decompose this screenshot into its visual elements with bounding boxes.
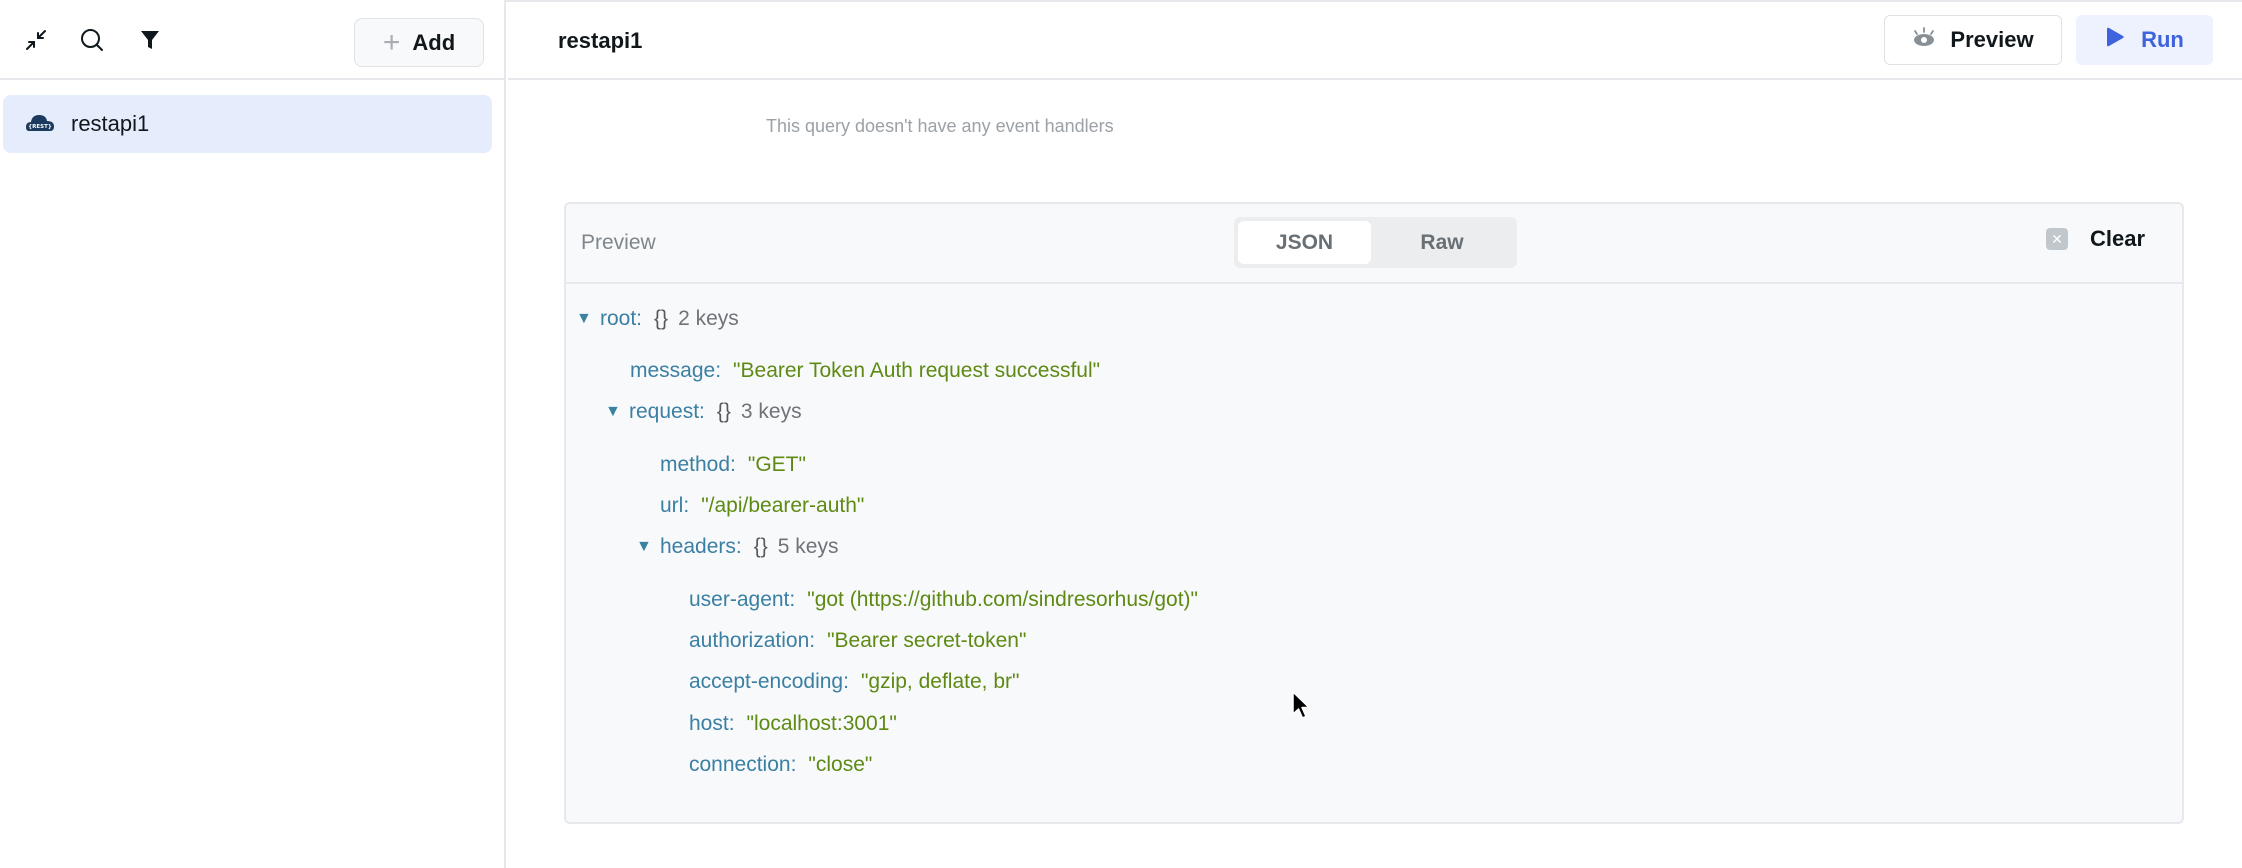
tree-node-request: ▼ request: {} 3 keys bbox=[605, 397, 802, 427]
tab-raw[interactable]: Raw bbox=[1371, 221, 1513, 264]
query-sidebar: + Add {REST} restapi1 bbox=[0, 0, 506, 868]
key-count: 5 keys bbox=[777, 535, 839, 558]
query-header: restapi1 Preview Run bbox=[508, 2, 2242, 80]
event-handlers-empty-text: This query doesn't have any event handle… bbox=[766, 116, 1114, 136]
run-button[interactable]: Run bbox=[2076, 15, 2213, 65]
tree-node-authorization: authorization: "Bearer secret-token" bbox=[689, 626, 1026, 656]
sidebar-item-restapi1[interactable]: {REST} restapi1 bbox=[3, 95, 492, 153]
tree-key: headers: bbox=[660, 535, 742, 558]
tree-value: "/api/bearer-auth" bbox=[701, 494, 865, 517]
tree-key: host: bbox=[689, 712, 735, 735]
clear-button[interactable]: ✕ Clear bbox=[2046, 226, 2145, 252]
clear-button-label: Clear bbox=[2090, 226, 2146, 251]
preview-button-label: Preview bbox=[1950, 27, 2034, 52]
clear-x-icon: ✕ bbox=[2046, 228, 2068, 250]
tree-node-host: host: "localhost:3001" bbox=[689, 709, 897, 739]
tree-node-url: url: "/api/bearer-auth" bbox=[660, 491, 864, 521]
tree-value: "localhost:3001" bbox=[746, 712, 897, 735]
tree-value: "Bearer Token Auth request successful" bbox=[733, 359, 1101, 382]
expand-triangle-icon[interactable]: ▼ bbox=[636, 538, 660, 556]
tree-key: request: bbox=[629, 400, 705, 423]
object-braces: {} bbox=[654, 307, 669, 330]
search-icon[interactable] bbox=[78, 26, 106, 54]
key-count: 2 keys bbox=[678, 307, 739, 330]
run-button-label: Run bbox=[2141, 27, 2184, 52]
tree-node-message: message: "Bearer Token Auth request succ… bbox=[630, 356, 1100, 386]
expand-triangle-icon[interactable]: ▼ bbox=[605, 403, 629, 421]
preview-panel-header: Preview JSON Raw ✕ Clear bbox=[566, 204, 2182, 284]
object-braces: {} bbox=[753, 535, 768, 558]
tree-key: authorization: bbox=[689, 629, 816, 652]
sidebar-toolbar: + Add bbox=[0, 2, 504, 80]
plus-icon: + bbox=[382, 25, 401, 59]
tree-value: "gzip, deflate, br" bbox=[860, 670, 1020, 693]
filter-icon[interactable] bbox=[136, 26, 164, 54]
tab-json[interactable]: JSON bbox=[1238, 221, 1371, 264]
key-count: 3 keys bbox=[740, 400, 802, 423]
tree-key: accept-encoding: bbox=[689, 670, 849, 693]
tree-node-user-agent: user-agent: "got (https://github.com/sin… bbox=[689, 585, 1198, 615]
tree-value: "got (https://github.com/sindresorhus/go… bbox=[807, 588, 1199, 611]
preview-button[interactable]: Preview bbox=[1884, 15, 2062, 65]
tree-value: "close" bbox=[808, 753, 873, 776]
expand-triangle-icon[interactable]: ▼ bbox=[576, 310, 600, 328]
add-query-button[interactable]: + Add bbox=[354, 18, 484, 67]
tree-key: url: bbox=[660, 494, 690, 517]
add-button-label: Add bbox=[412, 29, 456, 55]
mouse-cursor-icon bbox=[1291, 690, 1313, 727]
eye-icon bbox=[1912, 27, 1936, 53]
tree-key: user-agent: bbox=[689, 588, 796, 611]
tree-node-root: ▼ root: {} 2 keys bbox=[576, 304, 739, 334]
collapse-arrows-icon[interactable] bbox=[22, 26, 50, 54]
sidebar-item-label: restapi1 bbox=[71, 111, 150, 136]
tree-key: message: bbox=[630, 359, 722, 382]
preview-panel: Preview JSON Raw ✕ Clear ▼ root: {} 2 ke… bbox=[564, 202, 2184, 824]
tree-key: connection: bbox=[689, 753, 797, 776]
tree-node-headers: ▼ headers: {} 5 keys bbox=[636, 532, 838, 562]
preview-panel-title: Preview bbox=[581, 231, 656, 254]
tree-node-method: method: "GET" bbox=[660, 450, 806, 480]
play-icon bbox=[2105, 26, 2125, 54]
tree-value: "Bearer secret-token" bbox=[827, 629, 1027, 652]
rest-cloud-icon: {REST} bbox=[25, 111, 55, 138]
svg-text:{REST}: {REST} bbox=[28, 124, 52, 130]
format-toggle: JSON Raw bbox=[1234, 217, 1517, 268]
tree-value: "GET" bbox=[747, 453, 806, 476]
tree-node-connection: connection: "close" bbox=[689, 750, 872, 780]
tree-key: root: bbox=[600, 307, 643, 330]
query-name[interactable]: restapi1 bbox=[558, 28, 642, 54]
tree-node-accept-encoding: accept-encoding: "gzip, deflate, br" bbox=[689, 667, 1019, 697]
tree-key: method: bbox=[660, 453, 736, 476]
object-braces: {} bbox=[716, 400, 731, 423]
